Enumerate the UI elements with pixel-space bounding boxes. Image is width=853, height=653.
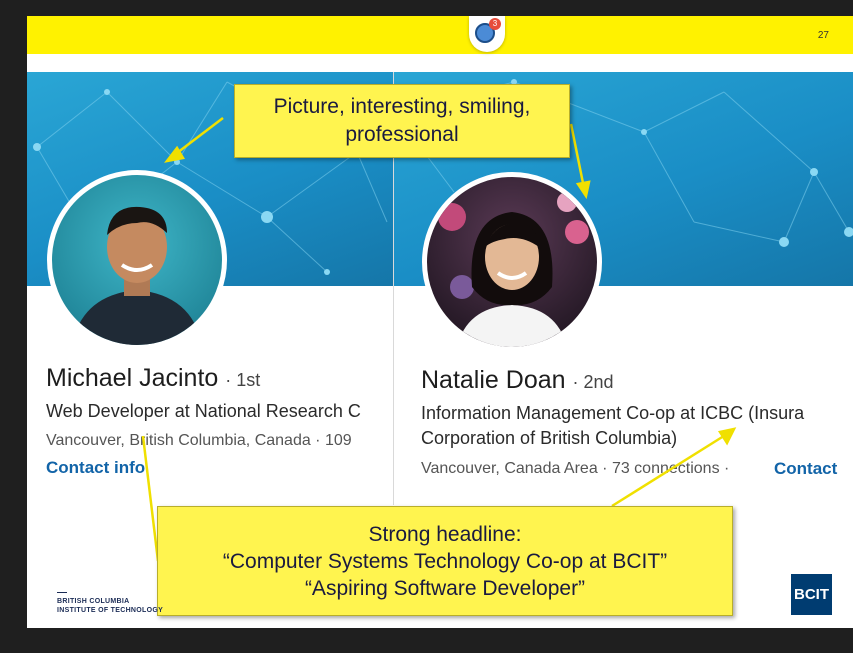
- person-photo-graphic: [438, 192, 589, 347]
- profile-location: Vancouver, Canada Area · 73 connections …: [421, 460, 730, 477]
- callout-text-line: “Computer Systems Technology Co-op at BC…: [222, 550, 668, 573]
- connection-degree: · 2nd: [572, 372, 614, 392]
- institute-wordmark: BRITISH COLUMBIA INSTITUTE OF TECHNOLOGY: [57, 592, 163, 615]
- callout-text-line: professional: [345, 123, 459, 146]
- callout-text-line: “Aspiring Software Developer”: [304, 577, 586, 600]
- contact-info-link[interactable]: Contact info: [46, 458, 145, 478]
- profile-name[interactable]: Michael Jacinto: [46, 364, 218, 392]
- profile-name[interactable]: Natalie Doan: [421, 366, 566, 394]
- callout-text-line: Strong headline:: [368, 523, 522, 546]
- callout-text-line: Picture, interesting, smiling,: [273, 95, 531, 118]
- profile-location: Vancouver, British Columbia, Canada · 10…: [46, 432, 352, 449]
- contact-info-link[interactable]: Contact: [774, 459, 837, 479]
- chat-button[interactable]: 3: [469, 16, 505, 52]
- profile-name-row: Michael Jacinto · 1st: [46, 364, 260, 393]
- connection-degree: · 1st: [225, 370, 261, 390]
- profile-name-row: Natalie Doan · 2nd: [421, 366, 614, 395]
- profile-headline: Web Developer at National Research C: [46, 401, 361, 421]
- picture-tip-callout: Picture, interesting, smiling, professio…: [234, 84, 570, 158]
- wordmark-divider: [57, 592, 67, 593]
- institute-name-line2: INSTITUTE OF TECHNOLOGY: [57, 607, 164, 614]
- chat-notification-badge: 3: [489, 18, 501, 30]
- presentation-slide: 3 27 Michael Jacinto · 1st Web Developer…: [27, 16, 853, 628]
- profile-photo-natalie[interactable]: [422, 172, 602, 352]
- page-number: 27: [817, 30, 829, 41]
- person-photo-graphic: [72, 206, 202, 345]
- bcit-logo: BCIT: [791, 574, 832, 615]
- presentation-bottom-bar: [0, 628, 853, 653]
- profile-photo-michael[interactable]: [47, 170, 227, 350]
- profile-headline-line2: Corporation of British Columbia): [421, 428, 678, 448]
- slide-header-bar: 3 27: [27, 16, 853, 54]
- institute-name-line1: BRITISH COLUMBIA: [57, 598, 130, 605]
- profile-headline-line1: Information Management Co-op at ICBC (In…: [421, 403, 805, 423]
- headline-tip-callout: Strong headline: “Computer Systems Techn…: [157, 506, 733, 616]
